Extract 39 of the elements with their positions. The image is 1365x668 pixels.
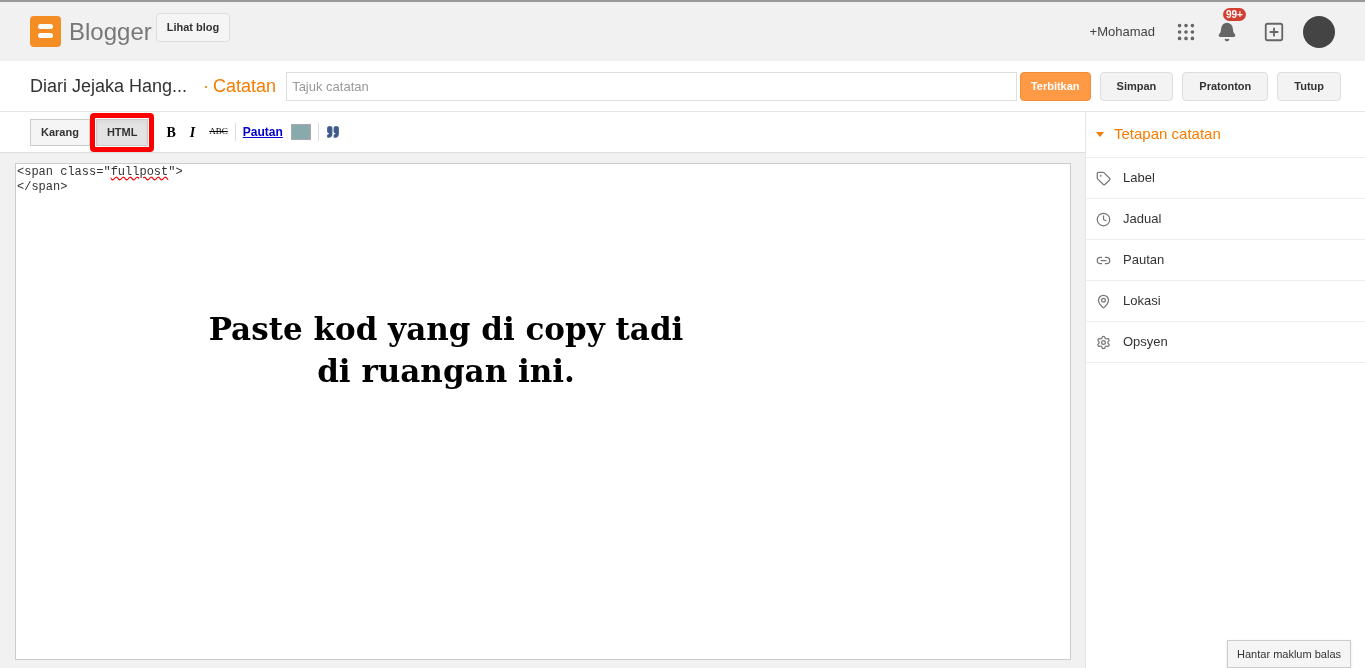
section-title: Catatan — [213, 74, 277, 98]
action-button[interactable]: Simpan — [1099, 71, 1174, 101]
tag-icon — [1096, 170, 1111, 186]
settings-item[interactable]: Opsyen — [1086, 322, 1365, 363]
format-button[interactable]: I — [189, 121, 196, 143]
section-separator: · — [203, 74, 210, 98]
format-button[interactable]: B — [166, 121, 176, 143]
caret-icon — [1096, 132, 1104, 137]
settings-icon — [1096, 334, 1111, 350]
clock-icon — [1096, 211, 1111, 227]
feedback-button[interactable]: Hantar maklum balas — [1227, 640, 1351, 668]
avatar[interactable] — [1303, 15, 1335, 48]
settings-item[interactable]: Jadual — [1086, 199, 1365, 240]
link-button[interactable]: Pautan — [242, 123, 283, 141]
html-editor[interactable]: <span class="fullpost"> </span> Paste kod yang di copy tadi di ruangan ini. — [15, 163, 1071, 660]
add-icon[interactable] — [1263, 20, 1285, 43]
annotation-text: Paste kod yang di copy tadi — [208, 310, 684, 349]
notification-badge: 99+ — [1223, 7, 1246, 21]
settings-item[interactable]: Pautan — [1086, 240, 1365, 281]
post-title-field[interactable]: Tajuk catatan — [286, 71, 1018, 101]
notifications-icon[interactable] — [1217, 21, 1237, 42]
settings-item[interactable]: Label — [1086, 158, 1365, 199]
editor-mode-tab[interactable]: HTML — [95, 118, 149, 146]
action-button[interactable]: Pratonton — [1182, 71, 1269, 101]
quote-icon[interactable] — [325, 125, 340, 139]
blog-title: Diari Jejaka Hang... — [30, 74, 188, 98]
map-pin-icon — [1096, 293, 1111, 309]
code-line: <span class="fullpost"> — [17, 165, 183, 180]
settings-heading-text: Tetapan catatan — [1114, 124, 1221, 145]
action-button[interactable]: Tutup — [1277, 71, 1341, 101]
user-link[interactable]: +Mohamad — [1089, 21, 1155, 42]
editor-mode-tab[interactable]: Karang — [30, 118, 90, 146]
logo-icon — [30, 16, 61, 47]
settings-item[interactable]: Lokasi — [1086, 281, 1365, 322]
view-blog-button[interactable]: Lihat blog — [155, 13, 231, 42]
logo-text: Blogger — [69, 16, 152, 47]
annotation-text: di ruangan ini. — [317, 352, 575, 391]
format-button[interactable]: ABC — [209, 125, 228, 139]
code-line: </span> — [17, 180, 68, 195]
